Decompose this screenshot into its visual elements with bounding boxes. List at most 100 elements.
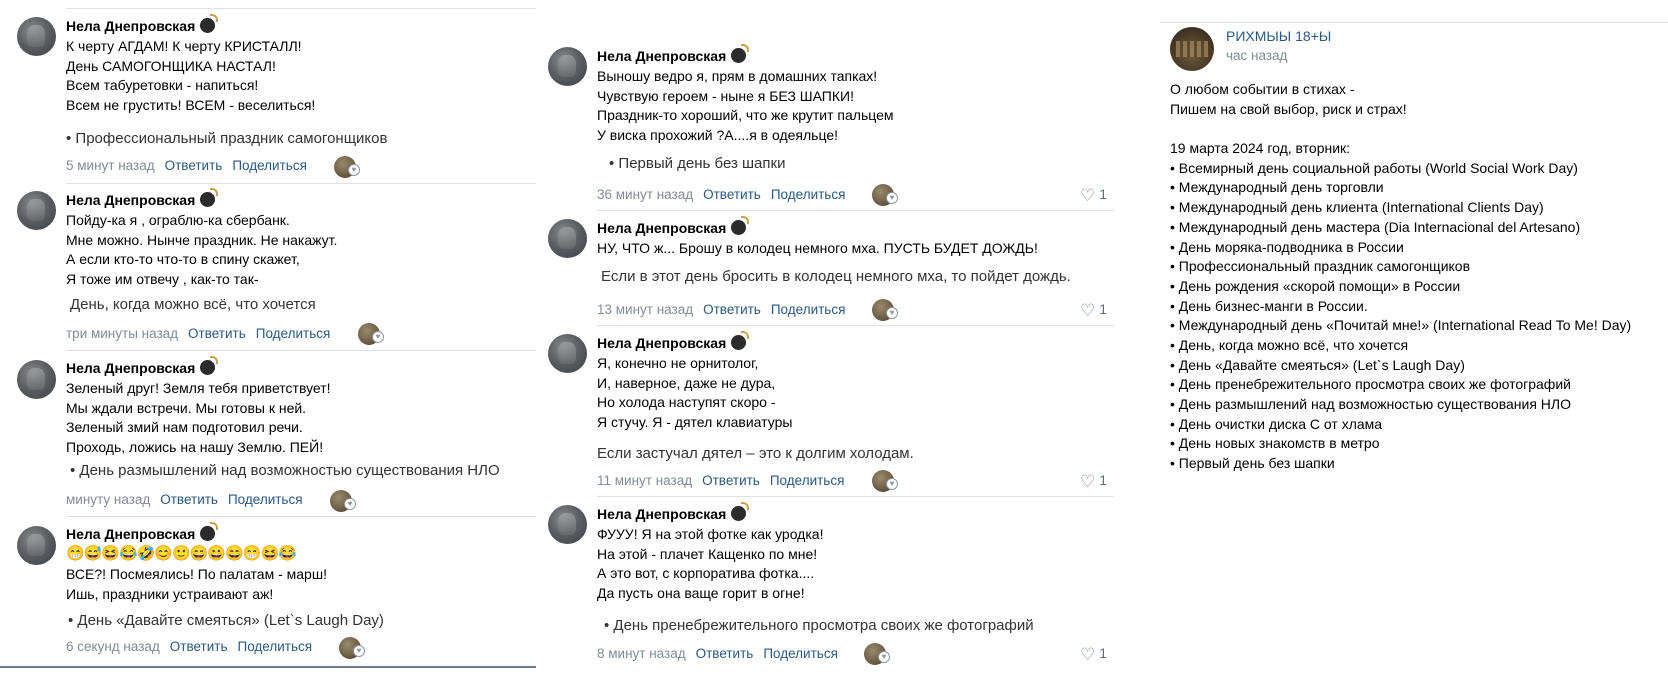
avatar[interactable] <box>548 505 587 544</box>
share-button[interactable]: Поделиться <box>228 492 303 507</box>
holiday-caption: • День пренебрежительного просмотра свои… <box>604 617 1034 634</box>
like-button[interactable]: ♡ 1 <box>1080 186 1107 206</box>
author-name[interactable]: Нела Днепровская <box>597 506 726 522</box>
post-line: • День рождения «скорой помощи» в России <box>1170 277 1461 294</box>
share-button[interactable]: Поделиться <box>256 326 331 341</box>
comment-time[interactable]: 6 секунд назад <box>66 639 160 654</box>
separator <box>66 183 536 184</box>
share-button[interactable]: Поделиться <box>770 473 845 488</box>
comment-meta: минуту назад Ответить Поделиться <box>66 492 303 507</box>
comment-time[interactable]: минуту назад <box>66 492 150 507</box>
post-line: • День, когда можно всё, что хочется <box>1170 336 1409 353</box>
comment-author[interactable]: Нела Днепровская <box>597 44 750 64</box>
comment-line: А если кто-то что-то в спину скажет, <box>66 251 300 267</box>
holiday-caption: • Первый день без шапки <box>609 155 786 172</box>
reply-button[interactable]: Ответить <box>188 326 246 341</box>
comment-line: День САМОГОНЩИКА НАСТАЛ! <box>66 57 276 74</box>
separator <box>66 516 536 517</box>
reply-button[interactable]: Ответить <box>702 473 760 488</box>
comment-meta: 5 минут назад Ответить Поделиться <box>66 158 307 173</box>
separator <box>597 325 1114 326</box>
avatar[interactable] <box>548 219 587 258</box>
heart-icon: ♥ <box>886 478 898 490</box>
comment-author[interactable]: Нела Днепровская <box>66 522 219 542</box>
comment-line: Я тоже им отвечу , как-то так- <box>66 270 259 287</box>
post-line: 19 марта 2024 год, вторник: <box>1170 140 1351 157</box>
comment-author[interactable]: Нела Днепровская <box>597 216 750 236</box>
left-comments-column: Нела Днепровская К черту АГДАМ! К черту … <box>0 0 536 682</box>
author-name[interactable]: Нела Днепровская <box>597 335 726 351</box>
comment-line: Всем табуретовки - напиться! <box>66 77 259 93</box>
author-name[interactable]: Нела Днепровская <box>66 526 195 542</box>
comment-meta: три минуты назад Ответить Поделиться <box>66 326 330 341</box>
reply-button[interactable]: Ответить <box>160 492 218 507</box>
post-line: • День размышлений над возможностью суще… <box>1170 396 1571 412</box>
bomb-icon <box>731 331 750 350</box>
bomb-icon <box>200 522 219 541</box>
reply-button[interactable]: Ответить <box>170 639 228 654</box>
reply-button[interactable]: Ответить <box>703 302 761 317</box>
comment-time[interactable]: три минуты назад <box>66 326 178 341</box>
like-count: 1 <box>1099 472 1108 488</box>
comment-text: ВСЕ?! Посмеялись! По палатам - марш! Ишь… <box>66 565 327 604</box>
comment-author[interactable]: Нела Днепровская <box>597 331 750 351</box>
avatar[interactable] <box>17 191 56 230</box>
heart-icon: ♡ <box>1080 472 1096 491</box>
comment-line: Я, конечно не орнитолог, <box>597 355 759 371</box>
share-button[interactable]: Поделиться <box>238 639 313 654</box>
avatar[interactable] <box>17 526 56 565</box>
share-button[interactable]: Поделиться <box>763 646 838 661</box>
author-name[interactable]: Нела Днепровская <box>66 18 195 34</box>
like-button[interactable]: ♡ 1 <box>1080 472 1107 492</box>
avatar[interactable] <box>17 17 56 56</box>
comment-line: Мне можно. Нынче праздник. Не накажут. <box>66 231 338 248</box>
post-line: • Международный день клиента (Internatio… <box>1170 199 1544 216</box>
comment-time[interactable]: 11 минут назад <box>597 473 692 488</box>
avatar[interactable] <box>548 334 587 373</box>
bomb-icon <box>731 216 750 235</box>
comment-time[interactable]: 36 минут назад <box>597 187 693 202</box>
comment-time[interactable]: 5 минут назад <box>66 158 155 173</box>
comment-line: Праздник-то хороший, что же крутит пальц… <box>597 107 894 123</box>
like-button[interactable]: ♡ 1 <box>1080 301 1107 321</box>
comment-author[interactable]: Нела Днепровская <box>66 14 219 34</box>
post-time[interactable]: час назад <box>1226 48 1287 63</box>
heart-icon: ♥ <box>886 192 898 204</box>
comment-time[interactable]: 13 минут назад <box>597 302 693 317</box>
comment-author[interactable]: Нела Днепровская <box>597 502 750 522</box>
share-button[interactable]: Поделиться <box>771 302 846 317</box>
comment-text: Выношу ведро я, прям в домашних тапках! … <box>597 67 894 145</box>
bomb-icon <box>200 356 219 375</box>
like-button[interactable]: ♡ 1 <box>1080 645 1107 665</box>
separator <box>1160 22 1668 23</box>
avatar[interactable] <box>548 47 587 86</box>
holiday-caption: • День размышлений над возможностью суще… <box>70 462 500 479</box>
post-line: Пишем на свой выбор, риск и страх! <box>1170 100 1407 117</box>
author-name[interactable]: Нела Днепровская <box>66 360 195 376</box>
emoji-line: 😁😅😆😂🤣😊🙂😄😀😄😁😆😂 <box>66 545 297 562</box>
post-line: • День бизнес-манги в России. <box>1170 297 1368 314</box>
post-line <box>1170 119 1631 139</box>
heart-icon: ♥ <box>348 164 360 176</box>
avatar[interactable] <box>17 360 56 399</box>
community-avatar[interactable] <box>1170 27 1214 71</box>
comment-line: Всем не грустить! ВСЕМ - веселиться! <box>66 96 316 113</box>
community-name[interactable]: РИХМЫЫ 18+Ы <box>1226 28 1331 44</box>
heart-icon: ♥ <box>372 331 384 343</box>
comment-time[interactable]: 8 минут назад <box>597 646 686 661</box>
comment-line: Зеленый друг! Земля тебя приветствует! <box>66 380 331 396</box>
reply-button[interactable]: Ответить <box>696 646 754 661</box>
author-name[interactable]: Нела Днепровская <box>597 48 726 64</box>
reply-button[interactable]: Ответить <box>165 158 223 173</box>
comment-author[interactable]: Нела Днепровская <box>66 188 219 208</box>
post-line: О любом событии в стихах - <box>1170 81 1355 97</box>
reply-button[interactable]: Ответить <box>703 187 761 202</box>
share-button[interactable]: Поделиться <box>771 187 846 202</box>
author-name[interactable]: Нела Днепровская <box>597 220 726 236</box>
holiday-caption: Если застучал дятел – это к долгим холод… <box>597 445 914 462</box>
author-name[interactable]: Нела Днепровская <box>66 192 195 208</box>
share-button[interactable]: Поделиться <box>232 158 307 173</box>
comment-text: Я, конечно не орнитолог, И, наверное, да… <box>597 354 792 432</box>
post-line: • День «Давайте смеяться» (Let`s Laugh D… <box>1170 356 1465 373</box>
comment-author[interactable]: Нела Днепровская <box>66 356 219 376</box>
